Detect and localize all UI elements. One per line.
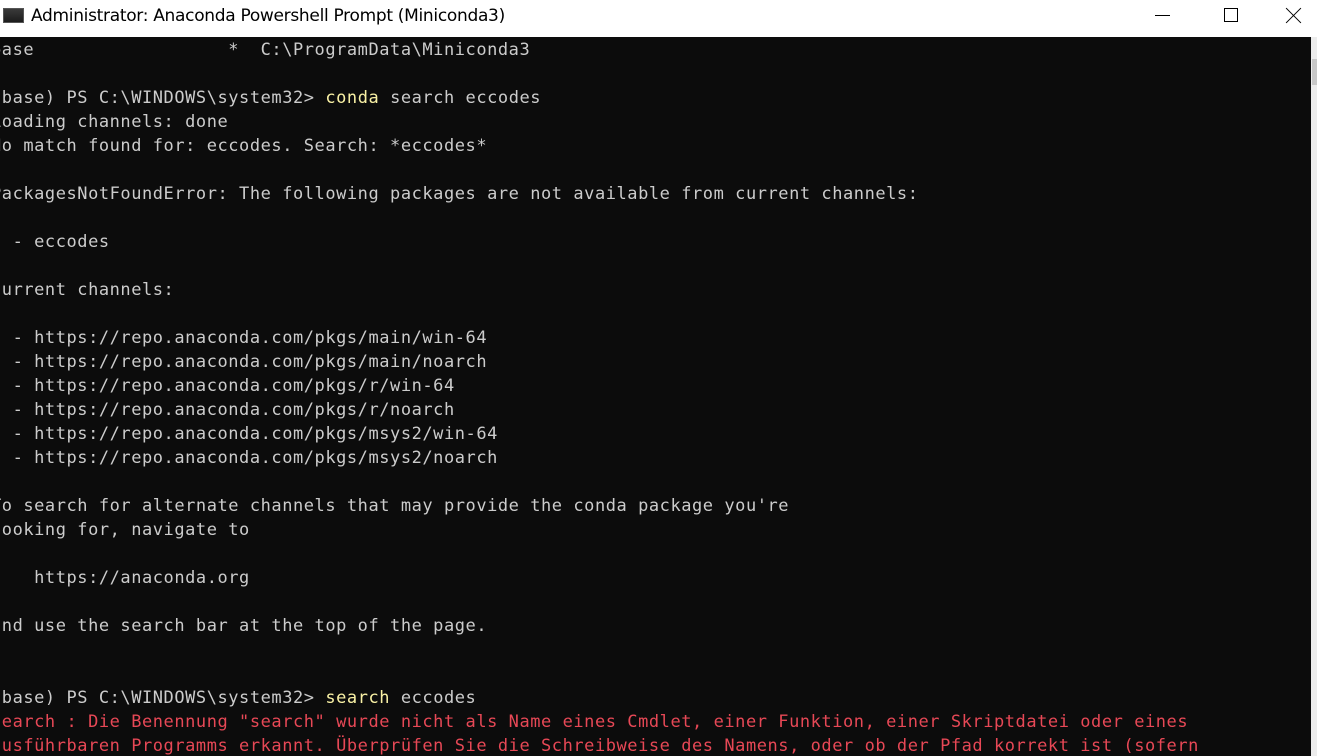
minimize-icon — [1155, 15, 1170, 16]
command-name: conda — [325, 88, 380, 108]
vertical-scrollbar[interactable] — [1311, 37, 1317, 756]
output-line: - https://repo.anaconda.com/pkgs/r/noarc… — [0, 400, 455, 420]
title-bar[interactable]: Administrator: Anaconda Powershell Promp… — [0, 0, 1317, 37]
output-line: https://anaconda.org — [0, 568, 250, 588]
command-name: search — [325, 688, 391, 708]
command-args: search eccodes — [379, 88, 542, 108]
prompt-line: (base) PS C:\WINDOWS\system32> search ec… — [0, 686, 1199, 710]
maximize-icon — [1224, 8, 1238, 22]
output-line: Loading channels: done — [0, 112, 229, 132]
output-line: No match found for: eccodes. Search: *ec… — [0, 136, 488, 156]
prompt-text: (base) PS C:\WINDOWS\system32> — [0, 88, 326, 108]
output-line: - https://repo.anaconda.com/pkgs/main/wi… — [0, 328, 488, 348]
output-line: and use the search bar at the top of the… — [0, 616, 488, 636]
output-line: - https://repo.anaconda.com/pkgs/msys2/w… — [0, 424, 498, 444]
output-line: To search for alternate channels that ma… — [0, 496, 790, 516]
output-line: - https://repo.anaconda.com/pkgs/msys2/n… — [0, 448, 498, 468]
prompt-line: (base) PS C:\WINDOWS\system32> conda sea… — [0, 86, 1199, 110]
command-args: eccodes — [390, 688, 477, 708]
output-line: - https://repo.anaconda.com/pkgs/main/no… — [0, 352, 488, 372]
output-line: base * C:\ProgramData\Miniconda3 — [0, 40, 531, 60]
console-output[interactable]: base * C:\ProgramData\Miniconda3 (base) … — [0, 37, 1311, 756]
scrollbar-thumb[interactable] — [1312, 59, 1317, 85]
window-title: Administrator: Anaconda Powershell Promp… — [31, 6, 505, 26]
close-icon — [1286, 7, 1302, 23]
error-line: ausführbaren Programms erkannt. Überprüf… — [0, 736, 1199, 756]
output-line: looking for, navigate to — [0, 520, 250, 540]
output-line: Current channels: — [0, 280, 175, 300]
minimize-button[interactable] — [1139, 0, 1185, 32]
output-line: - eccodes — [0, 232, 110, 252]
output-line: - https://repo.anaconda.com/pkgs/r/win-6… — [0, 376, 455, 396]
prompt-text: (base) PS C:\WINDOWS\system32> — [0, 688, 326, 708]
error-line: search : Die Benennung "search" wurde ni… — [0, 712, 1189, 732]
maximize-button[interactable] — [1208, 0, 1254, 32]
output-line: PackagesNotFoundError: The following pac… — [0, 184, 919, 204]
console-lines: base * C:\ProgramData\Miniconda3 (base) … — [0, 38, 1199, 756]
console-icon — [3, 8, 24, 23]
close-button[interactable] — [1271, 0, 1317, 32]
